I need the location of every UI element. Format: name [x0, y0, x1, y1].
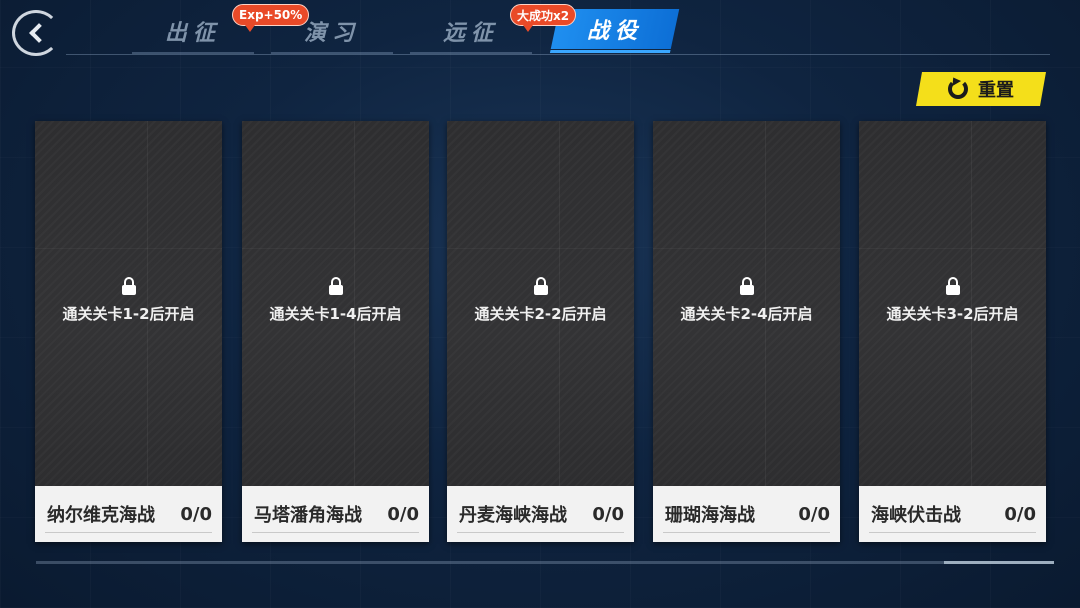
unlock-condition: 通关关卡2-4后开启: [680, 305, 813, 323]
lock-icon: [945, 277, 960, 295]
exp-bonus-badge: Exp+50%: [232, 4, 310, 32]
refresh-icon: [948, 79, 968, 99]
tab-label: 出征: [164, 21, 221, 46]
unlock-condition: 通关关卡1-2后开启: [62, 305, 195, 323]
campaign-name: 纳尔维克海战: [47, 505, 155, 526]
campaign-name: 马塔潘角海战: [254, 505, 362, 526]
lock-icon: [533, 277, 548, 295]
reset-button[interactable]: 重置: [916, 72, 1046, 106]
campaign-progress: 0/0: [180, 503, 212, 525]
tab-label: 演习: [303, 21, 360, 46]
tab-label: 远征: [442, 21, 499, 46]
card-footer: 丹麦海峡海战 0/0: [447, 486, 634, 542]
unlock-condition: 通关关卡1-4后开启: [269, 305, 402, 323]
campaign-card[interactable]: 通关关卡2-2后开启 丹麦海峡海战 0/0: [447, 121, 634, 542]
back-button[interactable]: [12, 10, 60, 56]
tab-divider: [66, 54, 1050, 55]
card-footer: 纳尔维克海战 0/0: [35, 486, 222, 542]
campaign-progress: 0/0: [1004, 503, 1036, 525]
campaign-name: 海峡伏击战: [871, 505, 961, 526]
campaign-name: 丹麦海峡海战: [459, 505, 567, 526]
unlock-condition: 通关关卡3-2后开启: [886, 305, 1019, 323]
lock-icon: [739, 277, 754, 295]
campaign-progress: 0/0: [592, 503, 624, 525]
campaign-progress: 0/0: [798, 503, 830, 525]
reset-label: 重置: [978, 80, 1014, 101]
scrollbar-thumb[interactable]: [944, 561, 1054, 564]
card-footer: 马塔潘角海战 0/0: [242, 486, 429, 542]
chevron-left-icon: [29, 23, 49, 43]
campaign-card[interactable]: 通关关卡1-4后开启 马塔潘角海战 0/0: [242, 121, 429, 542]
campaign-name: 珊瑚海海战: [665, 505, 755, 526]
campaign-card[interactable]: 通关关卡2-4后开启 珊瑚海海战 0/0: [653, 121, 840, 542]
lock-icon: [121, 277, 136, 295]
campaign-card[interactable]: 通关关卡1-2后开启 纳尔维克海战 0/0: [35, 121, 222, 542]
campaign-progress: 0/0: [387, 503, 419, 525]
unlock-condition: 通关关卡2-2后开启: [474, 305, 607, 323]
card-footer: 珊瑚海海战 0/0: [653, 486, 840, 542]
lock-icon: [328, 277, 343, 295]
campaign-card[interactable]: 通关关卡3-2后开启 海峡伏击战 0/0: [859, 121, 1046, 542]
tab-label: 战役: [586, 19, 643, 44]
card-footer: 海峡伏击战 0/0: [859, 486, 1046, 542]
horizontal-scrollbar[interactable]: [36, 561, 1054, 564]
success-bonus-badge: 大成功x2: [510, 4, 577, 32]
